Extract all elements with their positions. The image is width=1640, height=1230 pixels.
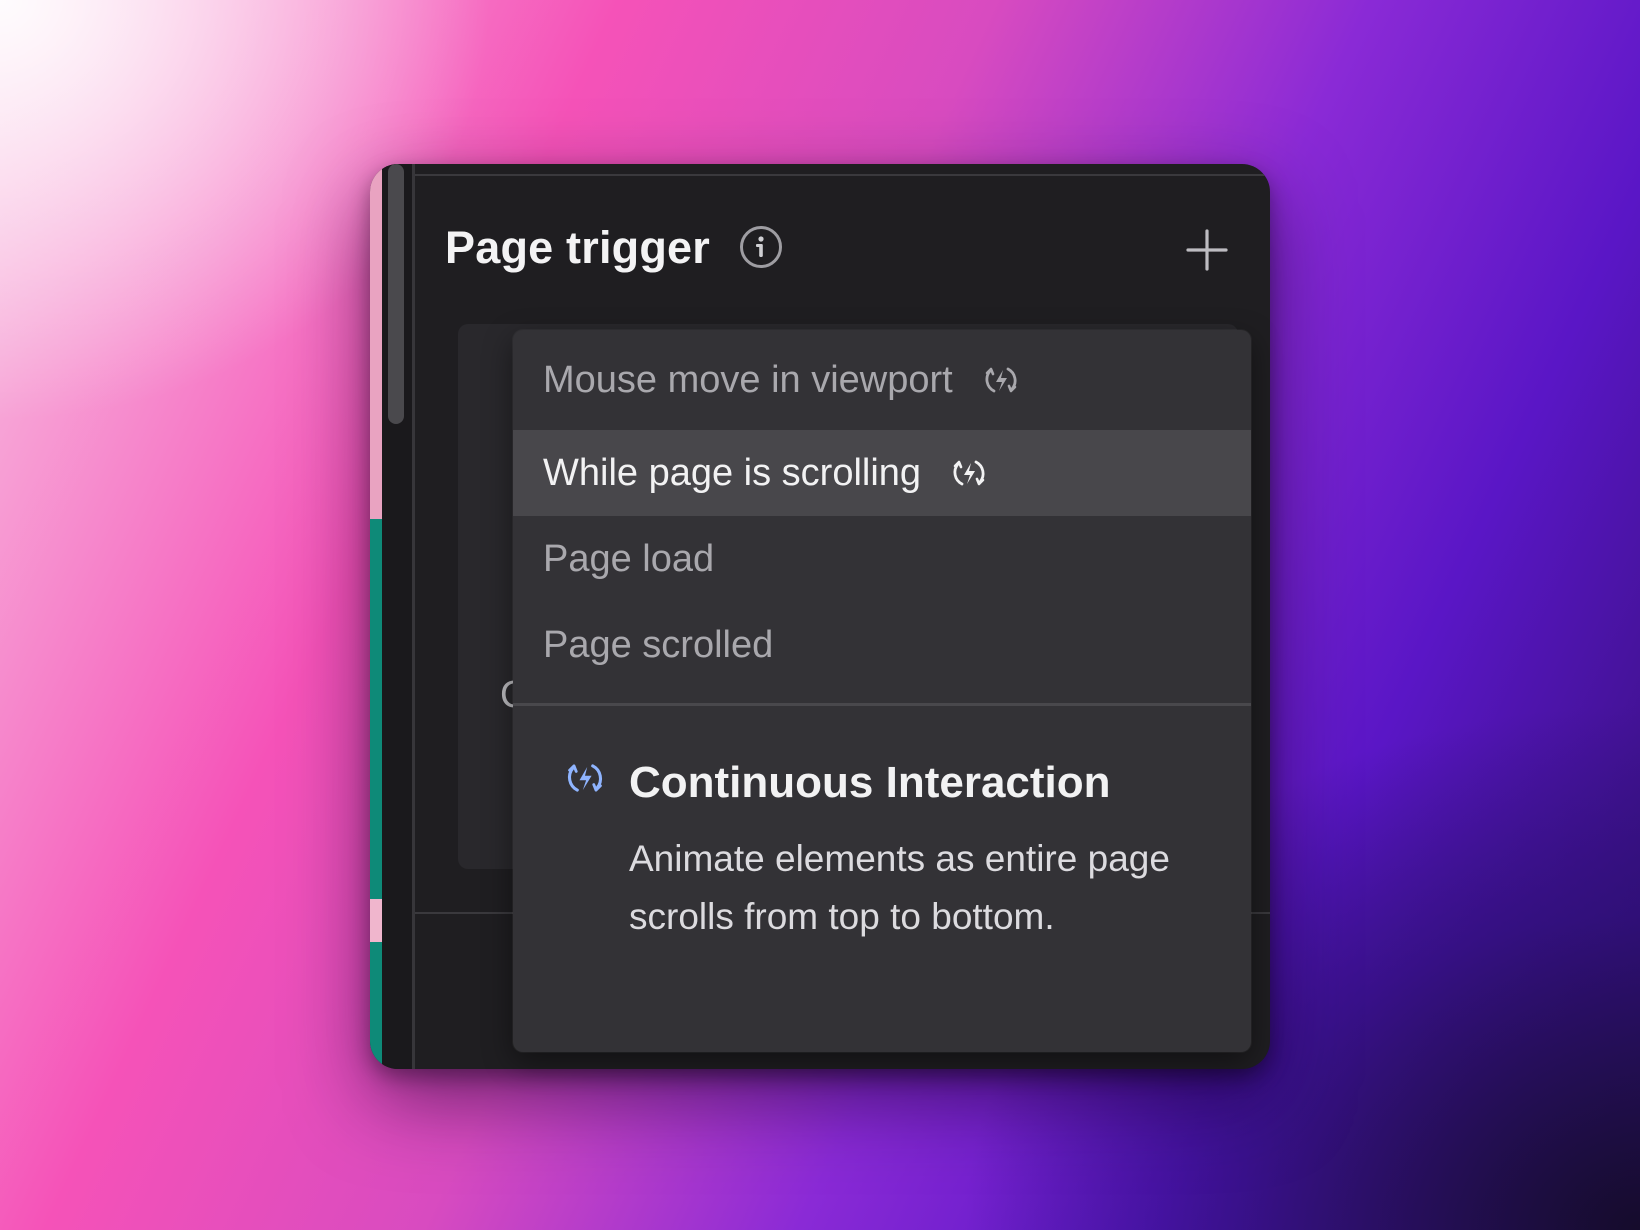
- canvas-preview-strip: [370, 164, 382, 1069]
- tooltip-title: Continuous Interaction: [629, 758, 1111, 807]
- menu-item-mouse-move-in-viewport[interactable]: Mouse move in viewport: [513, 330, 1251, 430]
- panel-divider: [412, 164, 415, 1069]
- menu-item-page-scrolled[interactable]: Page scrolled: [513, 602, 1251, 688]
- dropdown-divider: [513, 703, 1251, 706]
- menu-item-label: Page scrolled: [543, 623, 774, 666]
- continuous-interaction-icon: [985, 367, 1017, 393]
- panel-title: Page trigger: [445, 222, 710, 273]
- trigger-type-dropdown: Mouse move in viewport While page is scr…: [513, 330, 1251, 1052]
- menu-item-page-load[interactable]: Page load: [513, 516, 1251, 602]
- menu-item-while-page-is-scrolling[interactable]: While page is scrolling: [513, 430, 1251, 516]
- tooltip-description: Animate elements as entire page scrolls …: [629, 838, 1170, 937]
- panel-scrollbar[interactable]: [388, 164, 404, 424]
- continuous-interaction-icon: [953, 460, 985, 486]
- menu-item-label: Page load: [543, 537, 715, 580]
- info-icon[interactable]: [740, 226, 782, 268]
- menu-item-label: While page is scrolling: [543, 451, 922, 494]
- continuous-interaction-icon: [568, 764, 602, 792]
- plus-icon: [1186, 229, 1228, 271]
- add-trigger-button[interactable]: [1185, 228, 1229, 272]
- info-glyph: [756, 236, 764, 257]
- menu-item-label: Mouse move in viewport: [543, 358, 953, 401]
- panel-top-divider: [415, 174, 1270, 176]
